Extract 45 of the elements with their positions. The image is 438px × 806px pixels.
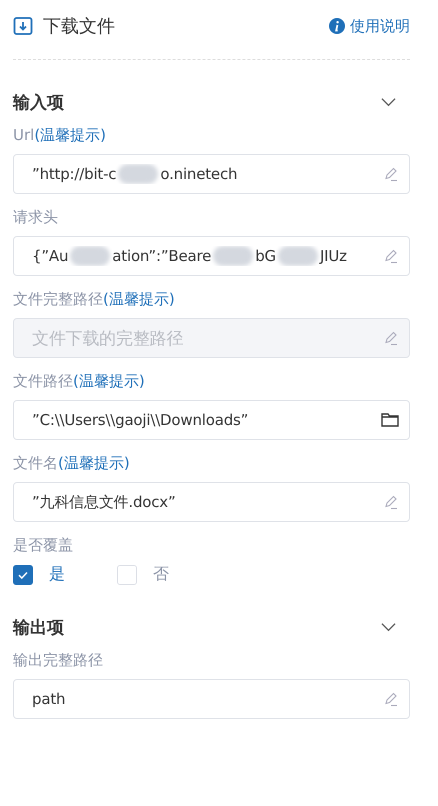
folder-icon[interactable]: [381, 412, 399, 428]
field-value: ”http://bit-c: [32, 165, 116, 183]
pencil-icon[interactable]: [383, 691, 399, 707]
input-field[interactable]: path: [13, 679, 410, 719]
field-value: o.ninetech: [160, 165, 238, 183]
chevron-icon[interactable]: [381, 622, 396, 632]
section-title: 输出项: [13, 616, 64, 638]
checkbox[interactable]: [13, 564, 33, 584]
info-icon: [329, 18, 345, 34]
field-label: 文件完整路径: [13, 289, 103, 310]
redaction-blur: [278, 246, 318, 266]
field-label: 文件名: [13, 453, 58, 474]
pencil-icon[interactable]: [383, 494, 399, 510]
option-label: 是: [49, 564, 65, 585]
chevron-icon[interactable]: [381, 97, 396, 107]
field-value: bG: [255, 247, 276, 265]
pencil-icon[interactable]: [383, 248, 399, 264]
pencil-icon[interactable]: [383, 166, 399, 182]
field-label: 文件路径: [13, 371, 73, 392]
field-value: ”九科信息文件.docx”: [32, 492, 176, 512]
redaction-blur: [70, 246, 110, 266]
field-value: ”C:\\Users\\gaoji\\Downloads”: [32, 411, 248, 429]
download-file-icon: [13, 16, 33, 36]
field-value: path: [32, 690, 66, 708]
input-field[interactable]: {”Au ation”:”Beare bG JIUz: [13, 236, 410, 276]
hint-link[interactable]: (温馨提示): [34, 124, 106, 146]
section-title: 输入项: [13, 92, 64, 114]
hint-link[interactable]: (温馨提示): [58, 452, 130, 474]
field-value: ation”:”Beare: [112, 247, 212, 265]
field-label: 请求头: [13, 207, 58, 228]
hint-link[interactable]: (温馨提示): [73, 370, 145, 392]
redaction-blur: [118, 164, 158, 184]
field-value: JIUz: [320, 247, 347, 265]
help-link[interactable]: 使用说明: [329, 16, 410, 36]
panel-title: 下载文件: [43, 15, 115, 38]
field-label: 输出完整路径: [13, 650, 103, 671]
field-placeholder: 文件下载的完整路径: [32, 328, 184, 350]
input-field[interactable]: ”http://bit-c o.ninetech: [13, 154, 410, 194]
field-label: Url: [13, 125, 34, 146]
option-label: 否: [153, 564, 169, 585]
input-field[interactable]: ”九科信息文件.docx”: [13, 482, 410, 522]
redaction-blur: [213, 246, 254, 266]
field-label: 是否覆盖: [13, 535, 73, 556]
field-value: {”Au: [32, 247, 68, 265]
input-field[interactable]: ”C:\\Users\\gaoji\\Downloads”: [13, 400, 410, 440]
